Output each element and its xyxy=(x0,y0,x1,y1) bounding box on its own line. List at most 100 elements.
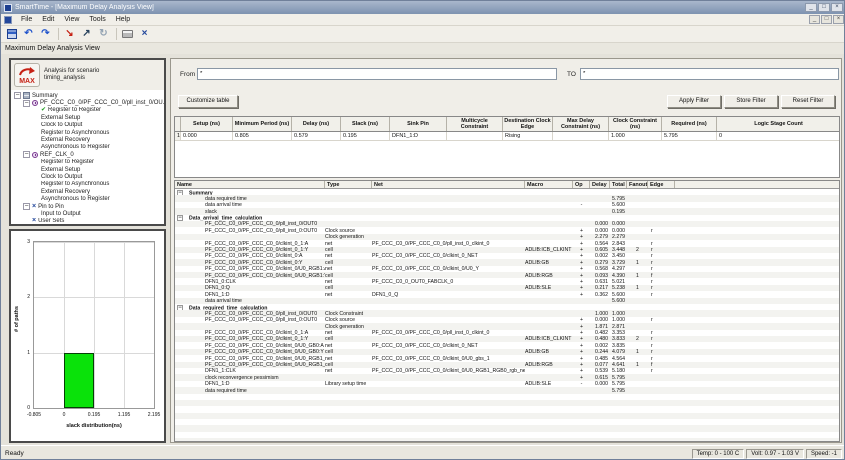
expander-icon[interactable]: − xyxy=(23,100,30,107)
menu-edit[interactable]: Edit xyxy=(37,15,59,24)
col-max-delay-constraint-ns: Max Delay Constraint (ns) xyxy=(553,117,609,131)
tree-item-asynchronous-to-register[interactable]: Asynchronous to Register xyxy=(11,144,164,151)
window-title: SmartTime - [Maximum Delay Analysis View… xyxy=(15,4,804,11)
volt-range: Volt: 0.97 - 1.03 V xyxy=(746,449,804,459)
menu-file[interactable]: File xyxy=(16,15,37,24)
save-icon[interactable] xyxy=(4,27,19,41)
path-table-body: −Summarydata required time5.795data arri… xyxy=(175,189,839,442)
cell-type xyxy=(325,438,372,442)
tree-item-pin-to-pin[interactable]: −×Pin to Pin xyxy=(11,203,164,210)
minimize-button[interactable]: _ xyxy=(805,3,817,12)
tree-item-label: Register to Asynchronous xyxy=(41,181,109,187)
to-input[interactable] xyxy=(580,68,839,80)
cell-slack-ns: 0.195 xyxy=(341,132,390,140)
col-sink-pin: Sink Pin xyxy=(390,117,447,131)
cell-op xyxy=(573,438,590,442)
tree-item-clock-to-output[interactable]: Clock to Output xyxy=(11,173,164,180)
apply-filter-button[interactable]: Apply Filter xyxy=(667,95,721,108)
tree-item-external-recovery[interactable]: External Recovery xyxy=(11,136,164,143)
cell-destination-clock-edge: Rising xyxy=(503,132,553,140)
tree-item-external-setup[interactable]: External Setup xyxy=(11,166,164,173)
col-slack-ns: Slack (ns) xyxy=(341,117,390,131)
col-delay-ns: Delay (ns) xyxy=(292,117,341,131)
tree-item-summary[interactable]: − Summary xyxy=(11,92,164,99)
reset-filter-button[interactable]: Reset Filter xyxy=(781,95,835,108)
max-delay-analysis-icon[interactable]: ↘ xyxy=(62,27,77,41)
tree-item-input-to-output[interactable]: Input to Output xyxy=(11,210,164,217)
tree-item-external-setup[interactable]: External Setup xyxy=(11,114,164,121)
tree-item-label: External Setup xyxy=(41,115,80,121)
redo-icon[interactable]: ↷ xyxy=(38,27,53,41)
cell-required-ns: 5.795 xyxy=(662,132,717,140)
mdi-restore-button[interactable]: □ xyxy=(821,15,832,24)
tree-item-label: PF_CCC_C0_0/PF_CCC_C0_0/pll_inst_0/OU... xyxy=(40,100,164,106)
clock-icon xyxy=(32,100,38,106)
expander-icon[interactable]: − xyxy=(23,151,30,158)
tree-item-ref-clk-0[interactable]: − REF_CLK_0 xyxy=(11,151,164,158)
y-tick-label: 3 xyxy=(14,239,30,245)
tree-item-label: Asynchronous to Register xyxy=(41,144,110,150)
close-button[interactable]: × xyxy=(831,3,843,12)
tree-item-register-to-asynchronous[interactable]: Register to Asynchronous xyxy=(11,181,164,188)
menu-tools[interactable]: Tools xyxy=(84,15,110,24)
min-delay-analysis-icon[interactable]: ↗ xyxy=(79,27,94,41)
mdi-child-icon[interactable] xyxy=(4,16,12,24)
view-title: Maximum Delay Analysis View xyxy=(5,45,100,52)
tree-item-label: Summary xyxy=(32,93,58,99)
cell-total xyxy=(610,438,627,442)
col-clock-constraint-ns: Clock Constraint (ns) xyxy=(609,117,662,131)
mdi-minimize-button[interactable]: _ xyxy=(809,15,820,24)
title-bar: SmartTime - [Maximum Delay Analysis View… xyxy=(1,1,845,14)
store-filter-button[interactable]: Store Filter xyxy=(724,95,778,108)
path-row[interactable] xyxy=(175,438,839,442)
mdi-close-button[interactable]: × xyxy=(833,15,844,24)
cell-net xyxy=(372,438,525,442)
tree-item-register-to-register[interactable]: ✔Register to Register xyxy=(11,107,164,114)
col-destination-clock-edge: Destination Clock Edge xyxy=(503,117,553,131)
tree-item-label: External Setup xyxy=(41,167,80,173)
tree-item-label: Register to Asynchronous xyxy=(41,130,109,136)
tree-item-label: REF_CLK_0 xyxy=(40,152,74,158)
scenario-header: MAX Analysis for scenario timing_analysi… xyxy=(11,60,164,90)
col-edge: Edge xyxy=(648,181,675,188)
tree-item-asynchronous-to-register[interactable]: Asynchronous to Register xyxy=(11,195,164,202)
max-delay-analysis-icon: ↘ xyxy=(65,29,73,39)
menu-help[interactable]: Help xyxy=(111,15,135,24)
cell-name xyxy=(175,438,325,442)
constraints-icon: × xyxy=(142,29,148,39)
print-icon[interactable] xyxy=(120,27,135,41)
from-label: From xyxy=(180,71,195,78)
tree-item-clock-to-output[interactable]: Clock to Output xyxy=(11,122,164,129)
undo-icon[interactable]: ↶ xyxy=(21,27,36,41)
restore-button[interactable]: □ xyxy=(818,3,830,12)
tree-item-label: Register to Register xyxy=(48,107,101,113)
expander-icon[interactable]: − xyxy=(14,92,21,99)
x-tick-label: 1.195 xyxy=(118,412,131,418)
redo-icon: ↷ xyxy=(41,29,49,39)
from-input[interactable] xyxy=(197,68,557,80)
cell-multicycle-constraint xyxy=(447,132,503,140)
clock-icon xyxy=(32,152,38,158)
cell-logic-stage-count: 0 xyxy=(717,132,840,140)
tree-item-label: External Recovery xyxy=(41,137,90,143)
tree-item-external-recovery[interactable]: External Recovery xyxy=(11,188,164,195)
to-label: TO xyxy=(567,71,576,78)
tree-item-register-to-asynchronous[interactable]: Register to Asynchronous xyxy=(11,129,164,136)
path-summary-table: Setup (ns)Minimum Period (ns)Delay (ns)S… xyxy=(174,116,840,178)
summary-icon xyxy=(23,92,30,99)
customize-table-button[interactable]: Customize table xyxy=(178,95,238,108)
tree-item-pf-ccc-c0-0-pf-ccc-c0-0-pll-inst-0-ou[interactable]: − PF_CCC_C0_0/PF_CCC_C0_0/pll_inst_0/OU..… xyxy=(11,99,164,106)
expander-icon[interactable]: − xyxy=(23,203,30,210)
cell-delay xyxy=(590,438,610,442)
tree-item-user-sets[interactable]: ×User Sets xyxy=(11,218,164,225)
constraints-icon[interactable]: × xyxy=(137,27,152,41)
summary-table-row[interactable]: 10.0000.8050.5790.195DFN1_1:DRising1.000… xyxy=(175,132,839,141)
y-tick-label: 0 xyxy=(14,405,30,411)
y-axis-label: # of paths xyxy=(14,299,20,339)
app-icon xyxy=(4,4,12,12)
tree-item-register-to-register[interactable]: Register to Register xyxy=(11,159,164,166)
recalculate-icon[interactable]: ↻ xyxy=(96,27,111,41)
menu-view[interactable]: View xyxy=(59,15,84,24)
min-delay-analysis-icon: ↗ xyxy=(82,29,90,39)
max-analysis-icon: MAX xyxy=(14,63,40,87)
